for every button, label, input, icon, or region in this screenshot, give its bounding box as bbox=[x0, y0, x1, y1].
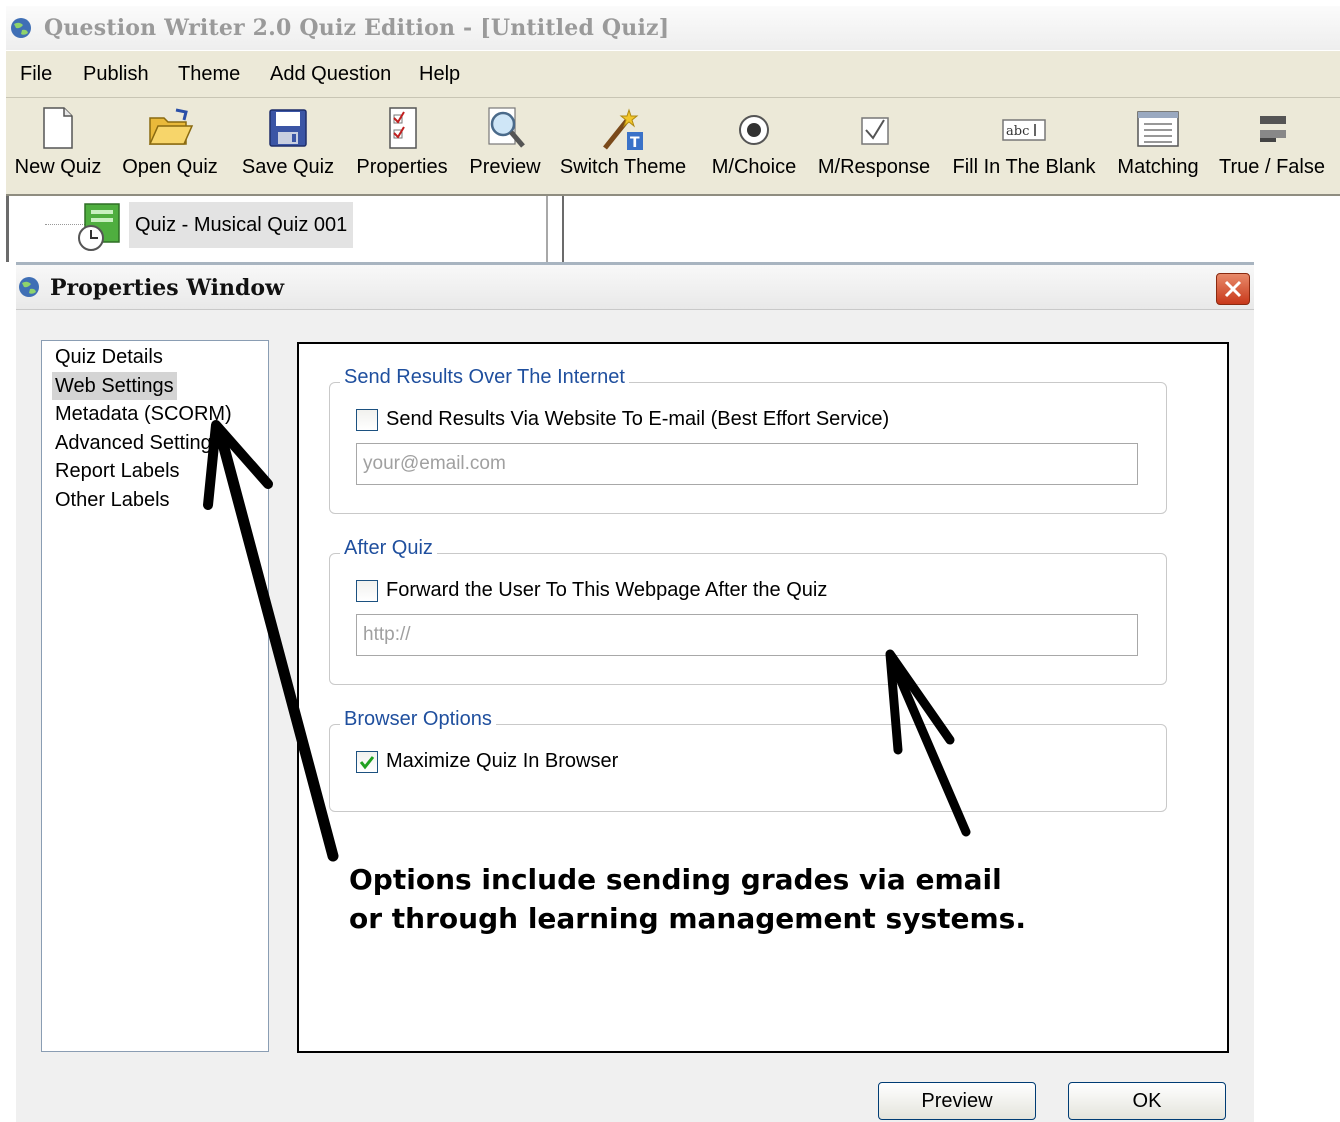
true-false-icon bbox=[1260, 116, 1286, 142]
svg-text:abc: abc bbox=[1006, 124, 1029, 139]
menu-theme[interactable]: Theme bbox=[178, 63, 240, 86]
menu-publish[interactable]: Publish bbox=[83, 63, 149, 86]
nav-advanced-settings[interactable]: Advanced Settings bbox=[52, 429, 225, 457]
preview-dialog-button[interactable]: Preview bbox=[878, 1082, 1036, 1120]
app-globe-icon bbox=[11, 18, 31, 38]
preview-button[interactable]: Preview bbox=[462, 98, 548, 194]
nav-report-labels[interactable]: Report Labels bbox=[52, 457, 183, 485]
open-quiz-button[interactable]: Open Quiz bbox=[120, 98, 220, 194]
send-results-checkbox-row[interactable]: Send Results Via Website To E-mail (Best… bbox=[356, 408, 889, 431]
properties-title: Properties Window bbox=[50, 275, 285, 301]
after-quiz-legend: After Quiz bbox=[340, 537, 437, 560]
new-document-icon bbox=[43, 107, 73, 149]
after-quiz-group: After Quiz Forward the User To This Webp… bbox=[329, 537, 1167, 685]
web-settings-panel: Send Results Over The Internet Send Resu… bbox=[297, 342, 1229, 1053]
send-results-checkbox-label: Send Results Via Website To E-mail (Best… bbox=[386, 408, 890, 430]
nav-quiz-details[interactable]: Quiz Details bbox=[52, 343, 166, 371]
window-title: Question Writer 2.0 Quiz Edition - [Unti… bbox=[44, 15, 670, 41]
send-results-legend: Send Results Over The Internet bbox=[340, 366, 629, 389]
save-quiz-button[interactable]: Save Quiz bbox=[238, 98, 338, 194]
app-globe-icon bbox=[19, 277, 39, 297]
maximize-quiz-checkbox-row[interactable]: Maximize Quiz In Browser bbox=[356, 750, 618, 773]
list-grid-icon bbox=[1137, 111, 1179, 147]
webpage-url-input[interactable] bbox=[356, 614, 1138, 656]
fill-in-the-blank-button[interactable]: abc Fill In The Blank bbox=[952, 98, 1096, 194]
send-results-checkbox[interactable] bbox=[356, 408, 378, 431]
close-icon bbox=[1224, 280, 1242, 298]
callout-annotation: Options include sending grades via email… bbox=[349, 860, 1026, 938]
quiz-clock-icon bbox=[78, 203, 120, 251]
properties-window: Properties Window Quiz Details Web Setti… bbox=[16, 262, 1254, 1122]
checkmark-icon bbox=[359, 755, 375, 769]
tree-node-quiz[interactable]: Quiz - Musical Quiz 001 bbox=[129, 202, 354, 248]
forward-user-checkbox-row[interactable]: Forward the User To This Webpage After t… bbox=[356, 579, 827, 602]
maximize-quiz-checkbox[interactable] bbox=[356, 750, 378, 773]
magnifier-icon bbox=[488, 107, 525, 148]
switch-theme-button[interactable]: T Switch Theme bbox=[558, 98, 688, 194]
title-bar: Question Writer 2.0 Quiz Edition - [Unti… bbox=[6, 6, 1340, 50]
settings-nav-list: Quiz Details Web Settings Metadata (SCOR… bbox=[41, 340, 269, 1052]
editor-pane bbox=[562, 196, 1340, 262]
checkbox-icon bbox=[861, 117, 889, 145]
properties-title-bar: Properties Window bbox=[16, 262, 1254, 310]
toolbar: New Quiz Open Quiz Save Quiz Properties bbox=[6, 98, 1340, 196]
menu-bar: File Publish Theme Add Question Help bbox=[6, 50, 1340, 98]
open-folder-icon bbox=[148, 108, 194, 145]
menu-file[interactable]: File bbox=[20, 63, 52, 86]
properties-button[interactable]: Properties bbox=[352, 98, 452, 194]
quiz-tree-panel: Quiz - Musical Quiz 001 bbox=[6, 196, 548, 262]
callout-line-1: Options include sending grades via email bbox=[349, 863, 1002, 896]
svg-text:T: T bbox=[630, 135, 640, 151]
radio-button-icon bbox=[739, 115, 769, 145]
ok-button[interactable]: OK bbox=[1068, 1082, 1226, 1120]
text-field-icon: abc bbox=[1002, 119, 1046, 141]
maximize-quiz-checkbox-label: Maximize Quiz In Browser bbox=[386, 750, 619, 772]
close-button[interactable] bbox=[1216, 273, 1250, 305]
browser-options-legend: Browser Options bbox=[340, 708, 496, 731]
forward-user-checkbox[interactable] bbox=[356, 579, 378, 602]
floppy-disk-icon bbox=[269, 109, 307, 147]
menu-add-question[interactable]: Add Question bbox=[270, 63, 391, 86]
browser-options-group: Browser Options Maximize Quiz In Browser bbox=[329, 708, 1167, 812]
matching-button[interactable]: Matching bbox=[1116, 98, 1200, 194]
multiple-response-button[interactable]: M/Response bbox=[818, 98, 930, 194]
properties-checklist-icon bbox=[389, 107, 417, 149]
magic-wand-icon: T bbox=[603, 108, 643, 151]
nav-other-labels[interactable]: Other Labels bbox=[52, 486, 173, 514]
menu-help[interactable]: Help bbox=[419, 63, 460, 86]
forward-user-checkbox-label: Forward the User To This Webpage After t… bbox=[386, 579, 828, 601]
email-input[interactable] bbox=[356, 443, 1138, 485]
callout-line-2: or through learning management systems. bbox=[349, 902, 1026, 935]
multiple-choice-button[interactable]: M/Choice bbox=[708, 98, 800, 194]
new-quiz-button[interactable]: New Quiz bbox=[10, 98, 106, 194]
true-false-button[interactable]: True / False bbox=[1219, 98, 1325, 194]
nav-metadata-scorm[interactable]: Metadata (SCORM) bbox=[52, 400, 235, 428]
nav-web-settings[interactable]: Web Settings bbox=[52, 372, 177, 400]
send-results-group: Send Results Over The Internet Send Resu… bbox=[329, 366, 1167, 514]
